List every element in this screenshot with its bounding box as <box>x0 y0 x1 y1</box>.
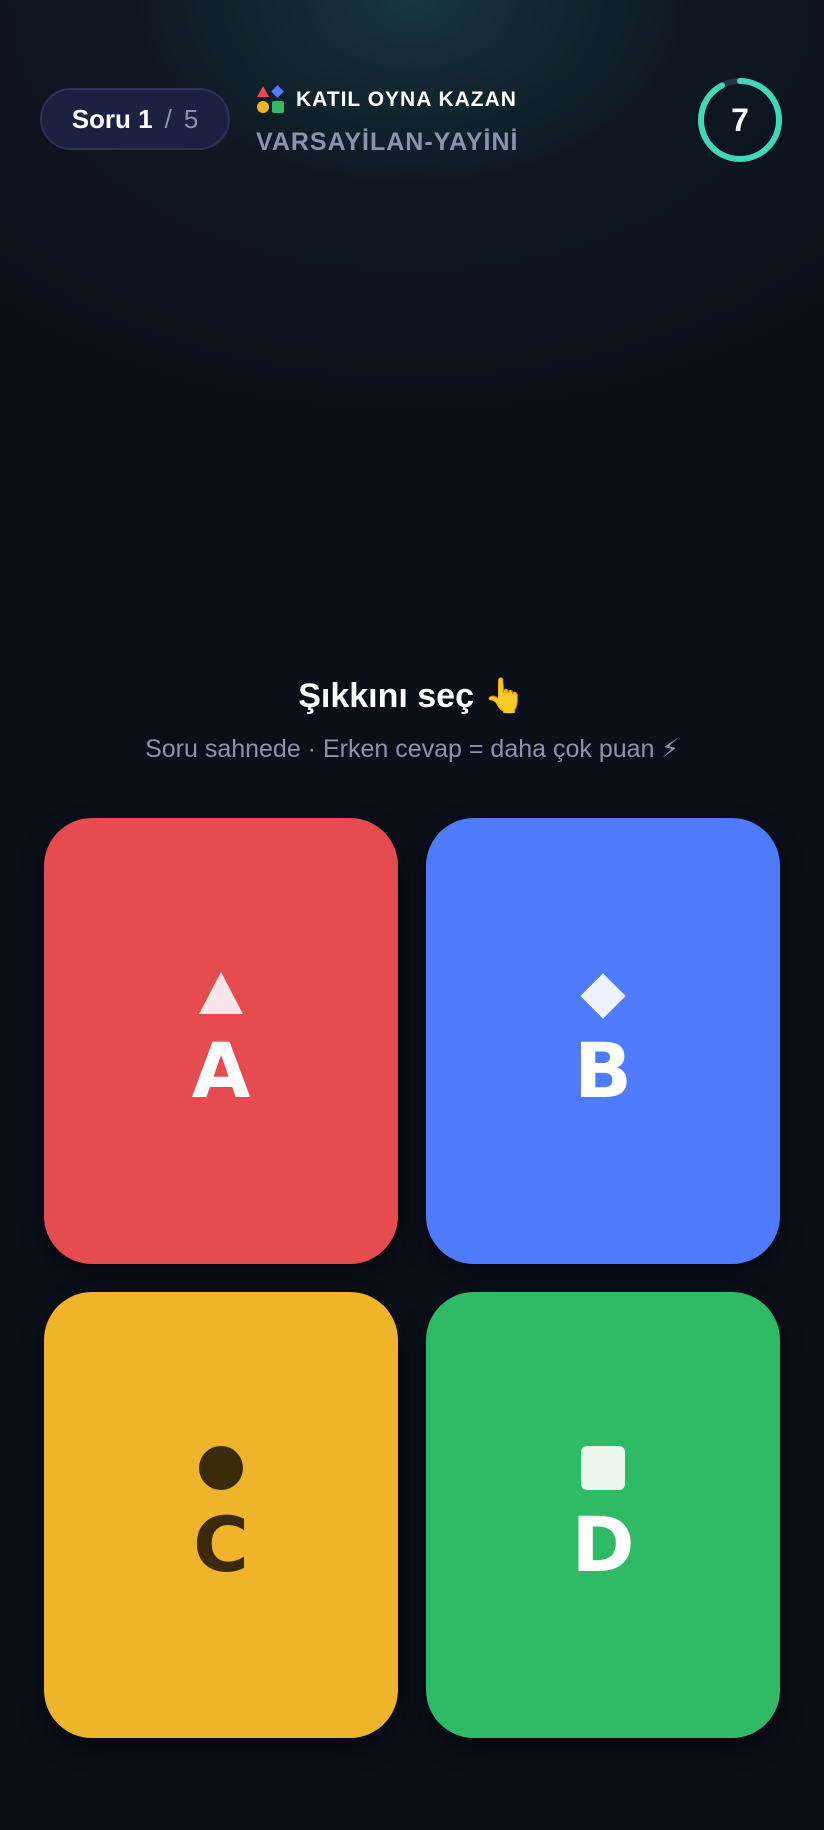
circle-icon <box>199 1446 243 1490</box>
prompt-title: Şıkkını seç 👆 <box>298 677 526 715</box>
question-counter: Soru 1 / 5 <box>40 88 230 150</box>
brand-name: KATIL OYNA KAZAN <box>296 88 517 111</box>
answer-b-letter: B <box>574 1026 632 1115</box>
brand-block: KATIL OYNA KAZAN VARSAYİLAN-YAYİNİ <box>256 84 518 157</box>
answer-c-button[interactable]: C <box>44 1292 398 1738</box>
shapes-logo-icon <box>256 85 286 115</box>
answer-c-letter: C <box>193 1500 249 1589</box>
answer-d-letter: D <box>571 1500 635 1589</box>
question-separator: / <box>164 103 172 134</box>
answer-a-button[interactable]: A <box>44 818 398 1264</box>
question-total: 5 <box>183 103 199 134</box>
question-current: Soru 1 <box>71 103 153 134</box>
channel-name: VARSAYİLAN-YAYİNİ <box>256 128 519 156</box>
triangle-icon <box>199 972 243 1014</box>
prompt-subtitle: Soru sahnede · Erken cevap = daha çok pu… <box>145 735 679 763</box>
game-screen: Soru 1 / 5 KATIL OYNA KAZAN VARSAYİLAN-Y… <box>0 0 824 1830</box>
countdown-timer: 7 <box>696 76 784 164</box>
timer-value: 7 <box>731 102 749 138</box>
answer-b-button[interactable]: B <box>426 818 780 1264</box>
square-icon <box>581 1446 625 1490</box>
answer-a-letter: A <box>191 1026 251 1115</box>
diamond-icon <box>580 973 626 1019</box>
answer-d-button[interactable]: D <box>426 1292 780 1738</box>
